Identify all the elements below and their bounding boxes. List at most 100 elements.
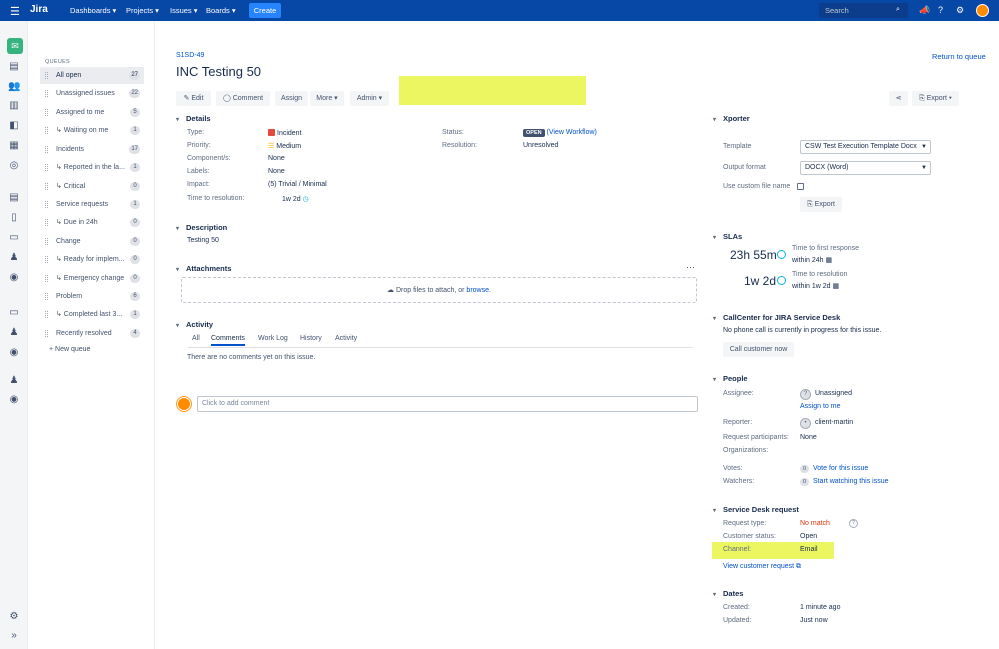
nav-boards[interactable]: Boards ▾ (206, 6, 236, 15)
attachments-options-icon[interactable]: ··· (686, 262, 695, 272)
help-icon[interactable]: ? (849, 519, 858, 528)
type-label: Type: (187, 129, 205, 136)
tab-history[interactable]: History (300, 335, 322, 342)
help-icon[interactable]: ? (938, 5, 943, 15)
xporter-heading[interactable]: ▾ Xporter (713, 114, 750, 123)
slas-heading[interactable]: ▾ SLAs (713, 232, 742, 241)
customers-icon[interactable]: 👥 (8, 81, 20, 93)
team-icon[interactable]: ♟ (8, 375, 20, 387)
user-avatar[interactable] (976, 4, 989, 17)
details-heading[interactable]: ▾ Details (176, 114, 211, 123)
jira-logo[interactable]: Jira (30, 4, 48, 15)
monitor-icon[interactable]: ▭ (8, 232, 20, 244)
add-comment-input[interactable]: Click to add comment (197, 396, 698, 412)
template-select[interactable]: CSW Test Execution Template Docx ▼ (800, 140, 931, 154)
new-queue-link[interactable]: + New queue (49, 346, 90, 353)
assign-button[interactable]: Assign (275, 91, 308, 106)
monitor-icon[interactable]: ▭ (8, 307, 20, 319)
nav-projects[interactable]: Projects ▾ (126, 6, 159, 15)
compass-icon[interactable]: ◉ (8, 347, 20, 359)
queue-item[interactable]: ↳ Waiting on me 1 (40, 122, 144, 139)
notifications-icon[interactable]: 📣 (919, 5, 930, 16)
ttr-label: Time to resolution: (187, 195, 245, 202)
attachment-dropzone[interactable]: ☁ Drop files to attach, or browse. (181, 277, 697, 303)
settings-circle-icon[interactable]: ◎ (8, 160, 20, 172)
watchers-count: 0 (800, 478, 809, 486)
custom-file-name-label: Use custom file name (723, 183, 791, 190)
knowledge-base-icon[interactable]: ▦ (8, 140, 20, 152)
compass-icon[interactable]: ◉ (8, 394, 20, 406)
xporter-export-button[interactable]: ⎘ Export (800, 197, 842, 212)
view-workflow-link[interactable]: (View Workflow) (547, 129, 597, 136)
tab-activity[interactable]: Activity (335, 335, 357, 342)
view-customer-request-link[interactable]: View customer request ⧉ (723, 563, 801, 571)
queues-icon[interactable]: ▤ (8, 61, 20, 73)
call-customer-button[interactable]: Call customer now (723, 342, 794, 357)
assign-to-me-link[interactable]: Assign to me (800, 403, 840, 410)
service-desk-request-heading[interactable]: ▾ Service Desk request (713, 505, 799, 514)
people-icon[interactable]: ♟ (8, 327, 20, 339)
queue-item[interactable]: ↳ Reported in the la... 1 (40, 159, 144, 176)
issue-key-link[interactable]: S1SD-49 (176, 52, 204, 59)
tab-work-log[interactable]: Work Log (258, 335, 288, 342)
type-value: Incident (268, 129, 302, 137)
people-heading[interactable]: ▾ People (713, 374, 748, 383)
create-button[interactable]: Create (249, 3, 281, 18)
components-value: None (268, 155, 285, 162)
output-format-select[interactable]: DOCX (Word) ▼ (800, 161, 931, 175)
pages-icon[interactable]: ▯ (8, 212, 20, 224)
nav-issues[interactable]: Issues ▾ (170, 6, 198, 15)
description-heading[interactable]: ▾ Description (176, 223, 227, 232)
search-input[interactable]: Search (819, 3, 908, 18)
tab-all[interactable]: All (192, 335, 200, 342)
admin-dropdown[interactable]: Admin ▾ (350, 91, 389, 106)
channels-icon[interactable]: ◧ (8, 120, 20, 132)
queue-item[interactable]: ↳ Due in 24h 0 (40, 214, 144, 231)
vote-link[interactable]: Vote for this issue (813, 465, 868, 472)
comment-button[interactable]: ◯ Comment (216, 91, 270, 106)
queue-item[interactable]: ↳ Critical 0 (40, 178, 144, 195)
queue-item[interactable]: Unassigned issues 22 (40, 85, 144, 102)
dates-heading[interactable]: ▾ Dates (713, 589, 743, 598)
export-dropdown[interactable]: ⎘ Export ▾ (912, 91, 959, 106)
reports-icon[interactable]: ▥ (8, 100, 20, 112)
tab-comments[interactable]: Comments (211, 335, 245, 346)
queue-item[interactable]: ↳ Ready for implem... 0 (40, 251, 144, 268)
comment-icon: ◯ (222, 95, 233, 102)
activity-heading[interactable]: ▾ Activity (176, 320, 213, 329)
share-button[interactable]: ⋖ (889, 91, 908, 106)
collapse-chevron-icon: ▾ (176, 117, 180, 123)
watch-link[interactable]: Start watching this issue (813, 478, 888, 485)
queues-panel: QUEUES All open 27 Unassigned issues 22 As… (28, 21, 155, 649)
clock-icon: ◷ (300, 196, 309, 203)
attachments-heading[interactable]: ▾ Attachments (176, 264, 231, 273)
people-icon[interactable]: ♟ (8, 252, 20, 264)
project-logo[interactable]: ✉ (7, 38, 23, 54)
settings-gear-icon[interactable]: ⚙ (8, 611, 20, 623)
expand-sidebar-icon[interactable]: » (8, 630, 20, 642)
callcenter-heading[interactable]: ▾ CallCenter for JIRA Service Desk (713, 313, 840, 322)
edit-button[interactable]: ✎ Edit (176, 91, 211, 106)
settings-gear-icon[interactable]: ⚙ (956, 5, 964, 16)
assignee-value: Unassigned (815, 390, 852, 397)
queue-item[interactable]: Incidents 17 (40, 141, 144, 158)
issue-title[interactable]: INC Testing 50 (176, 64, 261, 79)
queue-item[interactable]: Change 0 (40, 233, 144, 250)
queue-item[interactable]: Problem 6 (40, 288, 144, 305)
queues-header: QUEUES (45, 59, 71, 65)
return-to-queue-link[interactable]: Return to queue (932, 52, 986, 61)
compass-icon[interactable]: ◉ (8, 272, 20, 284)
nav-dashboards[interactable]: Dashboards ▾ (70, 6, 116, 15)
queue-item[interactable]: All open 27 (40, 67, 144, 84)
queue-item[interactable]: ↳ Completed last 3... 1 (40, 306, 144, 323)
app-switcher-icon[interactable]: ☰ (10, 5, 20, 18)
queue-item[interactable]: Recently resolved 4 (40, 325, 144, 342)
issues-icon[interactable]: ▤ (8, 192, 20, 204)
more-dropdown[interactable]: More ▾ (310, 91, 344, 106)
queue-item[interactable]: Assigned to me 5 (40, 104, 144, 121)
queue-item[interactable]: Service requests 1 (40, 196, 144, 213)
browse-link[interactable]: browse. (466, 287, 491, 294)
custom-file-name-checkbox[interactable] (797, 183, 804, 190)
reporter-value[interactable]: client-martin (815, 419, 853, 426)
queue-item[interactable]: ↳ Emergency change 0 (40, 270, 144, 287)
